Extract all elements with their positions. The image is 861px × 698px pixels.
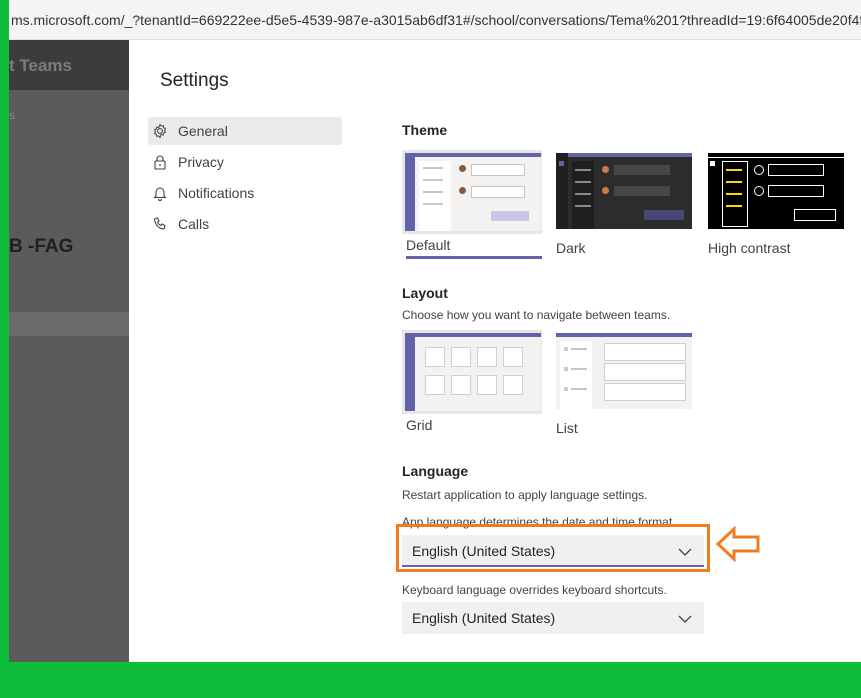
theme-heading: Theme [402,122,448,138]
url-text: ms.microsoft.com/_?tenantId=669222ee-d5e… [11,12,861,28]
arrow-left-icon [715,526,760,562]
left-panel-selected-row [9,312,129,336]
left-panel-label: s [9,108,15,122]
settings-title: Settings [160,70,229,91]
team-name: B -FAG [9,236,74,257]
left-panel-header: t Teams [9,40,129,90]
lock-icon [152,154,168,170]
nav-label-calls: Calls [178,216,210,232]
layout-grid-preview [405,333,541,411]
theme-default-selected-indicator [406,256,542,259]
theme-default-preview [405,153,541,231]
phone-icon [152,216,168,232]
green-frame-bottom [0,662,861,698]
layout-grid-option[interactable]: Grid [402,330,542,442]
language-restart-note: Restart application to apply language se… [402,488,648,502]
layout-grid-label: Grid [406,417,433,433]
bell-icon [152,185,168,201]
green-frame-left [0,0,9,698]
language-heading: Language [402,463,469,479]
layout-heading: Layout [402,285,448,301]
nav-item-general[interactable]: General [148,117,342,145]
theme-high-contrast-option[interactable]: High contrast [708,153,848,265]
app-title: t Teams [9,56,72,75]
highlight-box [396,524,710,572]
address-bar[interactable]: ms.microsoft.com/_?tenantId=669222ee-d5e… [9,0,861,40]
layout-list-label: List [556,420,578,436]
theme-default-option[interactable]: Default [402,150,542,262]
theme-dark-option[interactable]: Dark [556,153,696,265]
theme-high-contrast-label: High contrast [708,240,791,256]
nav-label-privacy: Privacy [178,154,224,170]
layout-description: Choose how you want to navigate between … [402,308,671,322]
nav-item-calls[interactable]: Calls [148,210,342,238]
nav-label-notifications: Notifications [178,185,255,201]
theme-dark-preview [556,153,692,229]
theme-dark-label: Dark [556,240,586,256]
teams-left-panel: t Teams s B -FAG [9,40,129,662]
gear-icon [152,123,168,139]
keyboard-language-value: English (United States) [412,610,556,626]
layout-list-option[interactable]: List [556,333,696,445]
nav-item-privacy[interactable]: Privacy [148,148,342,176]
layout-list-preview [556,333,692,409]
theme-high-contrast-preview [708,153,844,229]
keyboard-language-note: Keyboard language overrides keyboard sho… [402,583,667,597]
chevron-down-icon [678,615,692,623]
nav-label-general: General [178,123,228,139]
theme-default-label: Default [406,237,451,253]
keyboard-language-dropdown[interactable]: English (United States) [402,602,704,634]
nav-item-notifications[interactable]: Notifications [148,179,342,207]
